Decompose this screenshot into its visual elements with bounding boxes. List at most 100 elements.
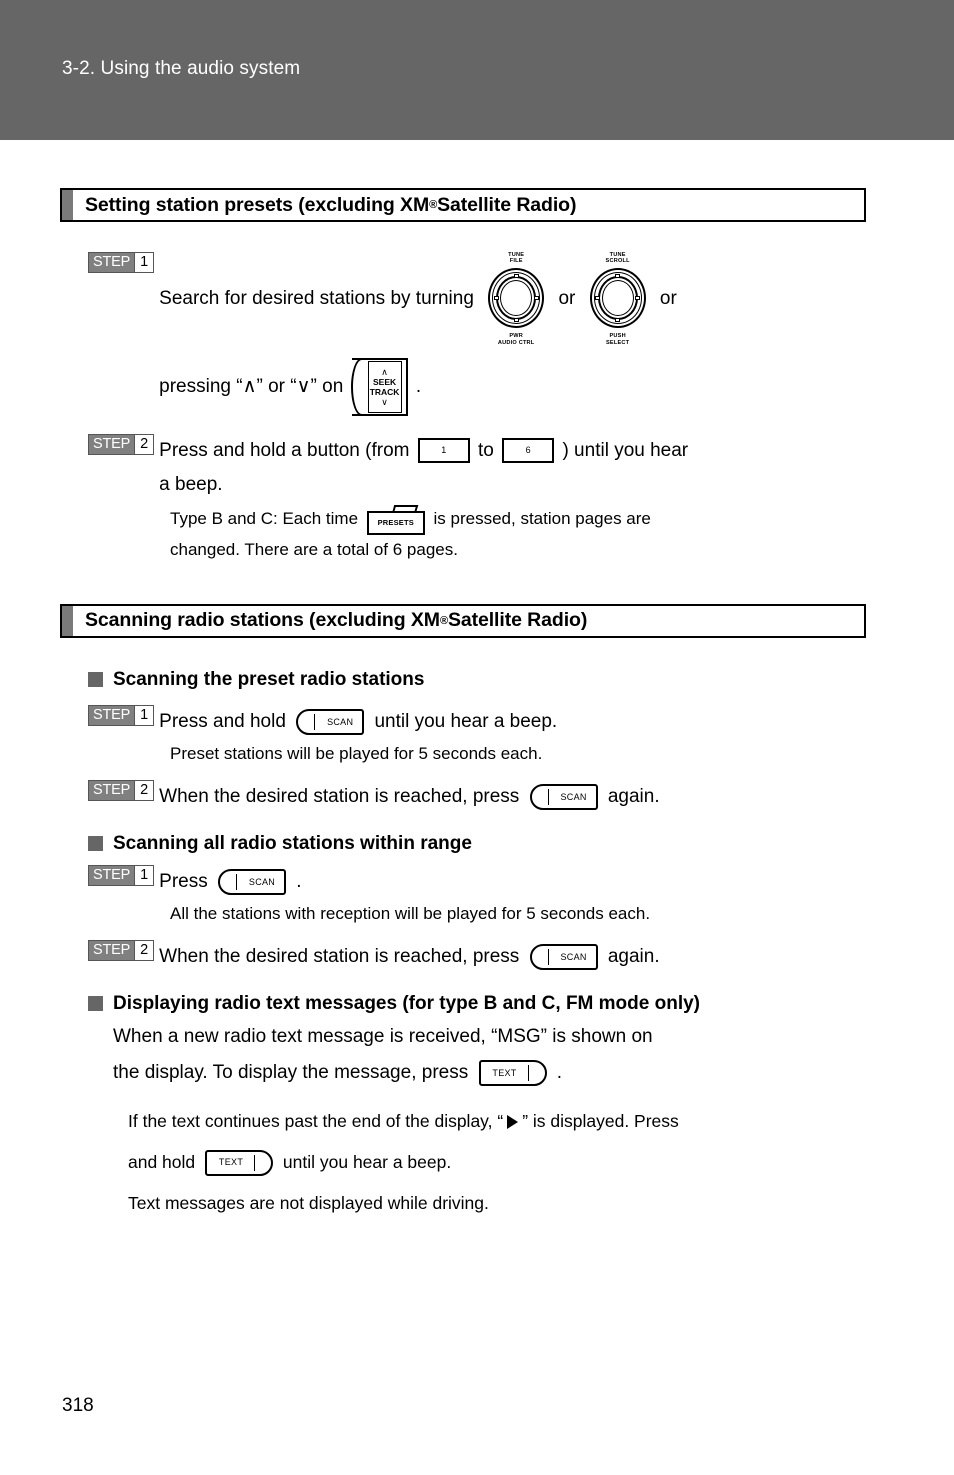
section-header-scanning-stations: Scanning radio stations (excluding XM ® S… <box>60 603 866 638</box>
section-title-setting-presets: Setting station presets (excluding XM ® S… <box>85 193 577 216</box>
step-2a-2-body: When the desired station is reached, pre… <box>159 780 864 814</box>
radio-text-paragraph: When a new radio text message is receive… <box>113 1019 864 1091</box>
step-badge-number: 2 <box>134 435 154 454</box>
knob-top-label: TUNE FILE <box>483 252 549 265</box>
step-1-2-text-c: a beep. <box>159 474 223 495</box>
scan-key-label: SCAN <box>248 876 276 887</box>
knob-nub-top <box>615 274 621 278</box>
step-2b-2-text-a: When the desired station is reached, pre… <box>159 945 520 967</box>
subheading-scanning-all-stations: Scanning all radio stations within range <box>88 828 866 859</box>
step-1-2-body: Press and hold a button (from 1 to 6 ) u… <box>159 434 864 502</box>
page-content: Setting station presets (excluding XM ® S… <box>0 140 954 1224</box>
note-1-text-a: If the text continues past the end of th… <box>128 1110 504 1131</box>
radio-text-period: . <box>556 1061 563 1083</box>
section-accent-bar <box>62 605 73 636</box>
presets-note-b: is pressed, station pages are <box>433 509 651 528</box>
step-1-2-text-a: Press and hold a button (from <box>159 440 410 461</box>
tune-scroll-knob-icon[interactable]: TUNE SCROLL PUSH SELECT <box>585 252 651 346</box>
step-badge-word: STEP <box>89 865 135 885</box>
step-2a-1-text-b: until you hear a beep. <box>374 710 558 732</box>
step-2a-2-text-a: When the desired station is reached, pre… <box>159 785 520 807</box>
scan-key-divider <box>236 873 238 890</box>
step-2a-1-body: Press and hold SCAN until you hear a bee… <box>159 705 864 739</box>
square-bullet-icon <box>88 995 103 1011</box>
knob-core <box>601 280 634 316</box>
step-badge-word: STEP <box>89 435 135 454</box>
preset-button-6-icon[interactable]: 6 <box>502 438 555 464</box>
section-title-text-before: Scanning radio stations (excluding XM <box>85 609 440 632</box>
step-1-1-text: Search for desired stations by turning <box>159 288 474 310</box>
subheading-text: Displaying radio text messages (for type… <box>113 992 700 1014</box>
press-end-period: . <box>415 376 422 398</box>
section-title-text-after: Satellite Radio) <box>437 193 577 216</box>
step-2a-2-text-b: again. <box>607 785 660 807</box>
presets-note-a: Type B and C: Each time <box>170 509 359 528</box>
step-badge-word: STEP <box>89 705 135 725</box>
knob-top-line2: FILE <box>509 258 523 265</box>
seek-track-button-icon[interactable]: ∧ SEEK TRACK ∨ <box>350 358 408 416</box>
radio-text-notes: If the text continues past the end of th… <box>128 1101 864 1224</box>
presets-button-icon[interactable]: PRESETS <box>366 504 425 535</box>
step-badge-word: STEP <box>89 780 135 800</box>
knob-bottom-line1: PWR <box>509 333 523 340</box>
text-button-icon[interactable]: TEXT <box>205 1149 274 1176</box>
step-2a-1-text-a: Press and hold <box>159 710 286 732</box>
step-badge-number: 2 <box>134 940 154 960</box>
knob-bottom-label: PUSH SELECT <box>585 333 651 346</box>
step-1-1-or-2: or <box>659 288 677 310</box>
knob-bottom-line2: AUDIO CTRL <box>497 339 535 346</box>
section-title-text-after: Satellite Radio) <box>447 609 588 632</box>
scan-button-icon[interactable]: SCAN <box>529 943 598 970</box>
step-2b-2-body: When the desired station is reached, pre… <box>159 940 864 974</box>
press-mid1: ” or “ <box>256 376 297 398</box>
step-1-2-to: to <box>478 440 494 461</box>
seek-key-face: ∧ SEEK TRACK ∨ <box>367 361 402 413</box>
scan-all-note: All the stations with reception will be … <box>170 903 651 923</box>
subheading-scanning-preset-stations: Scanning the preset radio stations <box>88 664 866 695</box>
step-badge-word: STEP <box>89 253 135 272</box>
subheading-text: Scanning the preset radio stations <box>113 668 425 690</box>
radio-text-line-1: When a new radio text message is receive… <box>113 1025 653 1047</box>
radio-text-line-2-wrap: the display. To display the message, pre… <box>113 1055 864 1091</box>
knob-nub-right <box>533 296 539 300</box>
radio-text-note-1: If the text continues past the end of th… <box>128 1101 864 1142</box>
seek-label-line2: TRACK <box>369 387 400 397</box>
page-number: 318 <box>62 1395 94 1416</box>
knob-top-line1: TUNE <box>508 252 525 258</box>
knob-core <box>500 280 533 316</box>
preset-button-1-icon[interactable]: 1 <box>417 438 470 464</box>
scan-button-icon[interactable]: SCAN <box>218 868 287 895</box>
section-title-text-before: Setting station presets (excluding XM <box>85 193 430 216</box>
knob-nub-bottom <box>513 318 519 322</box>
step-row-2a-1: STEP 1 Press and hold SCAN until you hea… <box>88 704 864 739</box>
chevron-up-glyph: ∧ <box>242 376 257 398</box>
chevron-down-glyph: ∨ <box>296 376 311 398</box>
square-bullet-icon <box>88 835 103 851</box>
step-badge-1: STEP 1 <box>88 864 155 886</box>
presets-note: Type B and C: Each time PRESETS is press… <box>170 504 864 564</box>
text-button-icon[interactable]: TEXT <box>478 1059 547 1086</box>
knob-top-line2: SCROLL <box>605 258 630 265</box>
step-row-2b-1: STEP 1 Press SCAN . <box>88 864 864 899</box>
scan-button-icon[interactable]: SCAN <box>296 708 365 735</box>
scan-key-divider <box>547 948 549 965</box>
knob-bottom-label: PWR AUDIO CTRL <box>483 333 549 346</box>
tune-file-knob-icon[interactable]: TUNE FILE PWR AUDIO CTRL <box>483 252 549 346</box>
scan-button-icon[interactable]: SCAN <box>529 783 598 810</box>
subheading-displaying-radio-text: Displaying radio text messages (for type… <box>88 988 866 1019</box>
knob-nub-bottom <box>615 318 621 322</box>
step-badge-2: STEP 2 <box>88 939 155 961</box>
square-bullet-icon <box>88 671 103 687</box>
knob-nub-right <box>635 296 641 300</box>
note-1-text-b: ” is displayed. Press <box>522 1110 679 1131</box>
step-badge-word: STEP <box>89 940 135 960</box>
right-triangle-icon <box>507 1114 519 1129</box>
scan-key-label: SCAN <box>560 791 587 802</box>
press-mid2: ” on <box>310 376 344 398</box>
note-2-text-b: until you hear a beep. <box>282 1151 452 1172</box>
chapter-title: 3-2. Using the audio system <box>62 58 301 79</box>
knob-nub-left <box>493 296 499 300</box>
note-2-text-a: and hold <box>128 1151 196 1172</box>
section-accent-bar <box>62 190 73 220</box>
seek-key-curved-edge <box>350 358 369 416</box>
